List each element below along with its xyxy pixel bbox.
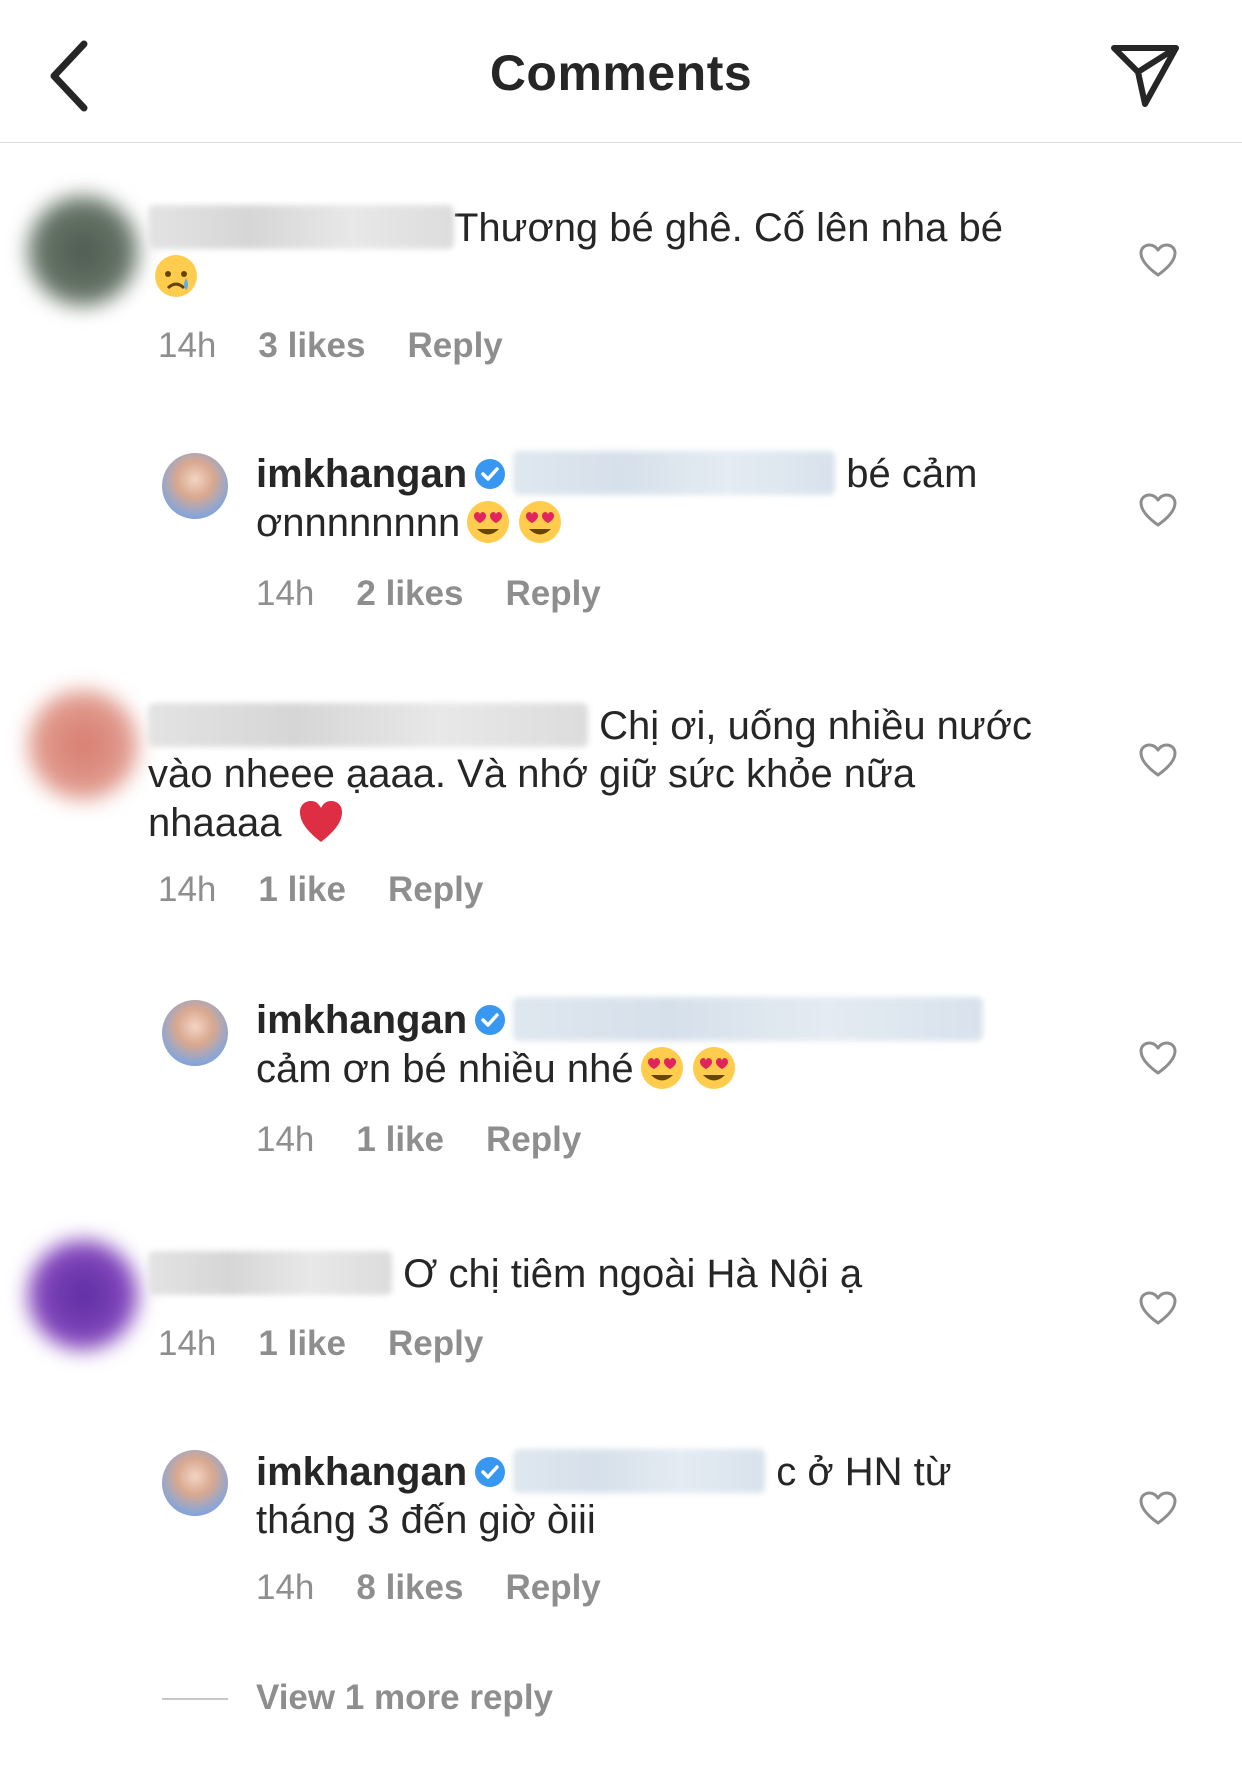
comment-meta: 14h 1 like Reply xyxy=(158,1324,525,1364)
timestamp: 14h xyxy=(158,326,217,365)
comment-text: imkhangan bé cảm ơnnnnnnnn xyxy=(256,451,978,545)
redacted-username[interactable] xyxy=(148,205,454,249)
likes-count[interactable]: 1 like xyxy=(258,1324,346,1363)
heart-eyes-emoji-icon xyxy=(640,1047,683,1089)
heart-eyes-emoji-icon xyxy=(519,501,562,543)
verified-badge-icon xyxy=(475,1457,506,1487)
direct-share-icon[interactable] xyxy=(1108,42,1182,110)
likes-count[interactable]: 3 likes xyxy=(258,326,365,365)
avatar[interactable] xyxy=(162,1450,228,1516)
reply-button[interactable]: Reply xyxy=(505,1568,600,1607)
verified-badge-icon xyxy=(475,1005,506,1035)
reply-button[interactable]: Reply xyxy=(407,326,502,365)
comment-text: Thương bé ghê. Cố lên nha bé xyxy=(148,204,1078,301)
heart-eyes-emoji-icon xyxy=(467,501,510,543)
heart-icon[interactable] xyxy=(1138,1490,1178,1526)
timestamp: 14h xyxy=(256,1568,315,1607)
heart-icon[interactable] xyxy=(1138,1290,1178,1326)
redacted-username[interactable] xyxy=(148,703,588,747)
timestamp: 14h xyxy=(256,574,315,613)
header-bar: Comments xyxy=(0,0,1242,143)
timestamp: 14h xyxy=(158,870,217,909)
timestamp: 14h xyxy=(256,1120,315,1159)
comment-text: imkhangan c ở HN từ tháng 3 đến giờ òiii xyxy=(256,1449,952,1542)
verified-badge-icon xyxy=(475,459,506,489)
avatar[interactable] xyxy=(28,690,138,800)
comment-text: Chị ơi, uống nhiều nước vào nheee ạaaa. … xyxy=(148,703,1032,845)
avatar[interactable] xyxy=(28,1240,138,1350)
likes-count[interactable]: 1 like xyxy=(258,870,346,909)
comment-text: imkhangan cảm ơn bé nhiều nhé xyxy=(256,996,1026,1093)
comment-meta: 14h 1 like Reply xyxy=(158,870,525,910)
red-heart-emoji-icon xyxy=(299,801,342,842)
avatar[interactable] xyxy=(162,1000,228,1066)
heart-icon[interactable] xyxy=(1138,242,1178,278)
avatar[interactable] xyxy=(162,453,228,519)
redacted-mention[interactable] xyxy=(513,997,984,1041)
comment-meta: 14h 8 likes Reply xyxy=(256,1568,643,1608)
reply-button[interactable]: Reply xyxy=(388,870,483,909)
comment-meta: 14h 2 likes Reply xyxy=(256,574,643,614)
username[interactable]: imkhangan xyxy=(256,998,467,1042)
likes-count[interactable]: 8 likes xyxy=(356,1568,463,1607)
likes-count[interactable]: 1 like xyxy=(356,1120,444,1159)
crying-face-emoji-icon xyxy=(155,255,197,297)
comment-meta: 14h 3 likes Reply xyxy=(158,326,545,366)
comment-meta: 14h 1 like Reply xyxy=(256,1120,623,1160)
page-title: Comments xyxy=(489,45,753,101)
view-more-divider xyxy=(162,1698,228,1700)
redacted-mention[interactable] xyxy=(513,451,836,495)
avatar[interactable] xyxy=(28,196,138,306)
heart-icon[interactable] xyxy=(1138,742,1178,778)
heart-icon[interactable] xyxy=(1138,492,1178,528)
timestamp: 14h xyxy=(158,1324,217,1363)
heart-icon[interactable] xyxy=(1138,1040,1178,1076)
likes-count[interactable]: 2 likes xyxy=(356,574,463,613)
reply-button[interactable]: Reply xyxy=(505,574,600,613)
view-more-replies-button[interactable]: View 1 more reply xyxy=(256,1678,553,1718)
reply-button[interactable]: Reply xyxy=(388,1324,483,1363)
comment-text: Ơ chị tiêm ngoài Hà Nội ạ xyxy=(148,1250,1078,1298)
username[interactable]: imkhangan xyxy=(256,452,467,496)
username[interactable]: imkhangan xyxy=(256,1450,467,1494)
heart-eyes-emoji-icon xyxy=(692,1047,735,1089)
redacted-mention[interactable] xyxy=(513,1449,766,1493)
reply-button[interactable]: Reply xyxy=(486,1120,581,1159)
redacted-username[interactable] xyxy=(148,1251,392,1295)
